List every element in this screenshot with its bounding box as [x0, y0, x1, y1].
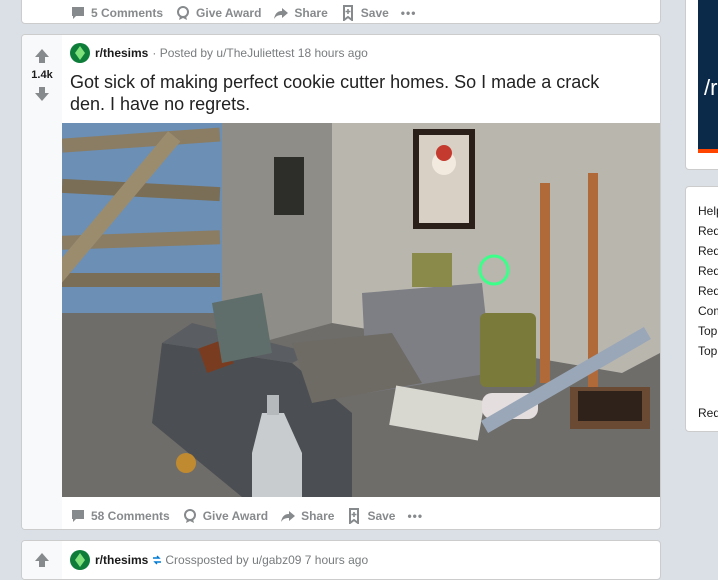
sidebar-link[interactable]: Red — [698, 221, 718, 241]
share-label: Share — [301, 509, 335, 523]
vote-score: 1.4k — [31, 69, 53, 81]
save-button[interactable]: Save — [340, 504, 401, 528]
more-icon: ••• — [400, 6, 417, 20]
more-icon: ••• — [407, 509, 424, 523]
comments-label: 58 Comments — [91, 509, 170, 523]
post-meta: r/thesims · Posted by u/TheJuliettest 18… — [70, 43, 368, 63]
prev-post-card: 5 Comments Give Award Share Save ••• — [21, 0, 661, 24]
share-label: Share — [294, 6, 328, 20]
next-post-meta: r/thesims Crossposted by u/gabz09 7 hour… — [70, 550, 368, 570]
more-options-button[interactable]: ••• — [401, 505, 429, 527]
subreddit-icon[interactable] — [70, 43, 90, 63]
vote-column — [22, 541, 62, 579]
award-icon — [177, 6, 190, 20]
post-title[interactable]: Got sick of making perfect cookie cutter… — [70, 71, 630, 115]
save-button[interactable]: Save — [334, 1, 395, 23]
prev-post-actions: 5 Comments Give Award Share Save ••• — [64, 1, 423, 23]
post-image[interactable] — [62, 123, 660, 497]
sidebar-links-card: Help Red Red Red Red Com Top Top Red — [685, 186, 718, 432]
comments-label: 5 Comments — [91, 6, 164, 20]
award-label: Give Award — [202, 509, 269, 523]
next-post-byline: Crossposted by u/gabz09 7 hours ago — [165, 553, 369, 567]
post-byline: · Posted by u/TheJuliettest 18 hours ago — [152, 46, 368, 60]
sidebar-link[interactable]: Red — [698, 241, 718, 261]
sidebar-link[interactable]: Com — [698, 301, 718, 321]
save-label: Save — [367, 509, 396, 523]
comments-button[interactable]: 58 Comments — [64, 504, 176, 528]
sidebar-link[interactable]: Top — [698, 321, 718, 341]
sidebar-link[interactable]: Red — [698, 281, 718, 301]
share-button[interactable]: Share — [274, 504, 340, 528]
sidebar-link[interactable]: Top — [698, 341, 718, 361]
award-icon — [183, 509, 196, 523]
comments-button[interactable]: 5 Comments — [64, 1, 169, 23]
save-label: Save — [360, 6, 389, 20]
comment-icon — [72, 7, 84, 19]
bookmark-icon — [342, 5, 353, 21]
give-award-button[interactable]: Give Award — [176, 504, 274, 528]
post-card[interactable]: 1.4k r/thesims · Posted by u/TheJuliette… — [21, 34, 661, 530]
banner-accent-bar — [698, 149, 718, 153]
subreddit-link[interactable]: r/thesims — [95, 46, 148, 60]
more-options-button[interactable]: ••• — [395, 2, 423, 23]
upvote-icon[interactable] — [33, 47, 51, 65]
upvote-icon[interactable] — [33, 551, 51, 569]
sidebar-link[interactable]: Red — [698, 261, 718, 281]
post-actions: 58 Comments Give Award Share Save ••• — [64, 504, 429, 528]
plumbob-icon — [75, 553, 85, 567]
subreddit-icon[interactable] — [70, 550, 90, 570]
downvote-icon[interactable] — [33, 85, 51, 103]
sidebar-links: Help Red Red Red Red Com Top Top Red — [698, 201, 718, 423]
bookmark-icon — [349, 508, 360, 524]
share-button[interactable]: Share — [267, 1, 333, 23]
comment-icon — [72, 510, 84, 522]
sidebar-link[interactable]: Red — [698, 403, 718, 423]
give-award-button[interactable]: Give Award — [169, 1, 267, 23]
next-post-card[interactable]: r/thesims Crossposted by u/gabz09 7 hour… — [21, 540, 661, 580]
share-icon — [281, 511, 296, 522]
sidebar-link[interactable]: Help — [698, 201, 718, 221]
award-label: Give Award — [196, 6, 262, 20]
sidebar-link[interactable] — [698, 361, 718, 403]
subreddit-link[interactable]: r/thesims — [95, 553, 148, 567]
sidebar-banner[interactable]: /r — [698, 0, 718, 153]
share-icon — [274, 8, 289, 19]
sidebar-banner-card: /r — [685, 0, 718, 170]
sidebar-banner-text: /r — [704, 75, 718, 100]
vote-column: 1.4k — [22, 35, 62, 529]
plumbob-icon — [75, 46, 85, 60]
